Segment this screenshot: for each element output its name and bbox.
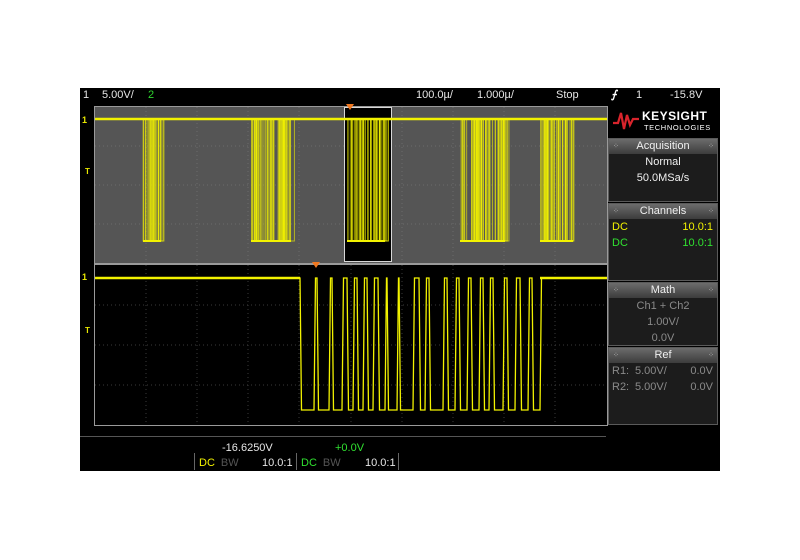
- zoom-ch1-waveform: [95, 107, 607, 263]
- keysight-wave-icon: [612, 109, 640, 131]
- main-data-stream: [95, 278, 607, 410]
- brand-subtitle: TECHNOLOGIES: [644, 123, 711, 132]
- divider: [80, 436, 606, 437]
- brand-name: KEYSIGHT: [642, 109, 707, 123]
- ref-r1-scale: 5.00V/: [635, 363, 667, 379]
- zoom-burst-pulse: [566, 119, 571, 241]
- zoom-burst-pulse: [253, 119, 255, 241]
- math-offset: 0.0V: [609, 330, 717, 346]
- run-state[interactable]: Stop: [556, 88, 579, 103]
- grip-dots-icon: ⁘: [708, 204, 713, 219]
- zoom-burst-pulse: [144, 119, 149, 241]
- zoom-burst-pulse: [541, 119, 542, 241]
- oscilloscope-screen: 1 5.00V/ 2 100.0µ/ 1.000µ/ Stop ⨍ 1 -15.…: [80, 88, 720, 471]
- divider: [398, 453, 399, 470]
- grip-dots-icon: ⁘: [708, 283, 713, 298]
- math-panel[interactable]: ⁘ Math ⁘ Ch1 + Ch2 1.00V/ 0.0V: [608, 282, 718, 346]
- grip-dots-icon: ⁘: [613, 139, 618, 154]
- acquisition-sample-rate: 50.0MSa/s: [609, 170, 717, 186]
- ch2-number[interactable]: 2: [148, 88, 154, 103]
- channels-panel[interactable]: ⁘ Channels ⁘ DC 10.0:1 DC 10.0:1: [608, 203, 718, 281]
- zoom-burst-pulse: [463, 119, 464, 241]
- zoom-burst-pulse: [380, 119, 385, 241]
- ref-r2-scale: 5.00V/: [635, 379, 667, 395]
- side-panel: KEYSIGHT TECHNOLOGIES ⁘ Acquisition ⁘ Norm…: [608, 103, 718, 425]
- horizontal-delay[interactable]: 1.000µ/: [477, 88, 514, 103]
- channel-info-bar: -16.6250V +0.0V DC BW 10.0:1 DC BW 10.0:1: [80, 436, 720, 471]
- keysight-logo: KEYSIGHT TECHNOLOGIES: [608, 103, 718, 137]
- ch1-coupling-info[interactable]: DC BW: [199, 457, 239, 469]
- status-bar: 1 5.00V/ 2 100.0µ/ 1.000µ/ Stop ⨍ 1 -15.…: [80, 88, 720, 103]
- ch1-bw-limit: BW: [221, 457, 239, 469]
- zoom-overview-window[interactable]: [94, 106, 608, 264]
- ch2-coupling-info[interactable]: DC BW: [301, 457, 341, 469]
- ref-r2-offset: 0.0V: [690, 379, 713, 395]
- trigger-level[interactable]: -15.8V: [670, 88, 702, 103]
- grip-dots-icon: ⁘: [613, 204, 618, 219]
- ch1-number[interactable]: 1: [83, 88, 89, 103]
- main-trigger-marker: [312, 262, 320, 268]
- channel-1-row[interactable]: DC 10.0:1: [609, 219, 717, 235]
- channel-1-probe: 10.0:1: [682, 219, 713, 235]
- acquisition-panel[interactable]: ⁘ Acquisition ⁘ Normal 50.0MSa/s: [608, 138, 718, 202]
- trigger-edge-icon: ⨍: [611, 88, 617, 103]
- trigger-source[interactable]: 1: [636, 88, 642, 103]
- divider: [194, 453, 195, 470]
- channels-title: Channels: [640, 205, 686, 217]
- zoom-burst-pulse: [368, 119, 370, 241]
- zoom-ch1-marker: 1: [82, 115, 87, 125]
- ref-title: Ref: [654, 349, 671, 361]
- ref-r1-offset: 0.0V: [690, 363, 713, 379]
- channel-1-coupling: DC: [612, 219, 628, 235]
- ref-r1-name: R1:: [612, 363, 629, 379]
- zoom-burst-pulse: [352, 119, 354, 241]
- ch1-probe: 10.0:1: [262, 457, 293, 469]
- ch1-offset[interactable]: -16.6250V: [222, 442, 273, 454]
- divider: [296, 453, 297, 470]
- main-trigger-level-marker: T: [85, 326, 90, 335]
- grip-dots-icon: ⁘: [613, 348, 618, 363]
- channel-2-probe: 10.0:1: [682, 235, 713, 251]
- horizontal-scale[interactable]: 100.0µ/: [416, 88, 453, 103]
- main-ch1-marker: 1: [82, 272, 87, 282]
- ch1-coupling: DC: [199, 457, 215, 469]
- ref-r2-name: R2:: [612, 379, 629, 395]
- ch2-offset[interactable]: +0.0V: [335, 442, 364, 454]
- channel-2-row[interactable]: DC 10.0:1: [609, 235, 717, 251]
- zoom-burst-pulse: [567, 119, 571, 241]
- ref-r2-row[interactable]: R2: 5.00V/ 0.0V: [609, 379, 717, 395]
- ref-r1-row[interactable]: R1: 5.00V/ 0.0V: [609, 363, 717, 379]
- acquisition-title: Acquisition: [636, 140, 689, 152]
- ref-panel[interactable]: ⁘ Ref ⁘ R1: 5.00V/ 0.0V R2: 5.00V/ 0.0V: [608, 347, 718, 425]
- zoom-burst-pulse: [145, 119, 147, 241]
- zoom-trigger-marker: [346, 104, 354, 110]
- math-title: Math: [651, 284, 675, 296]
- ch2-probe: 10.0:1: [365, 457, 396, 469]
- math-function: Ch1 + Ch2: [609, 298, 717, 314]
- grip-dots-icon: ⁘: [708, 348, 713, 363]
- channel-2-coupling: DC: [612, 235, 628, 251]
- zoom-burst-pulse: [348, 119, 350, 241]
- grip-dots-icon: ⁘: [708, 139, 713, 154]
- zoom-burst-pulse: [461, 119, 462, 241]
- zoom-burst-pulse: [467, 119, 472, 241]
- zoom-trigger-level-marker: T: [85, 167, 90, 176]
- math-scale: 1.00V/: [609, 314, 717, 330]
- ch2-coupling: DC: [301, 457, 317, 469]
- main-waveform-window[interactable]: [94, 264, 608, 426]
- acquisition-mode: Normal: [609, 154, 717, 170]
- main-ch1-waveform: [95, 265, 607, 425]
- grip-dots-icon: ⁘: [613, 283, 618, 298]
- ch2-bw-limit: BW: [323, 457, 341, 469]
- zoom-burst-pulse: [562, 119, 565, 241]
- ch1-scale[interactable]: 5.00V/: [102, 88, 134, 103]
